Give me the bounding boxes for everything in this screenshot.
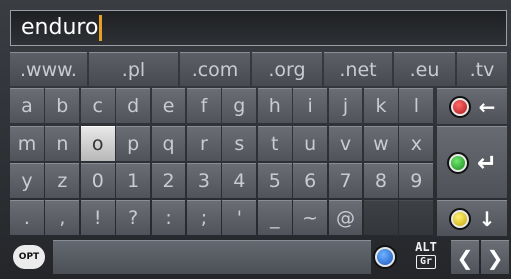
chevron-left-icon: ❮: [456, 245, 474, 270]
char-key[interactable]: 2: [151, 163, 186, 198]
char-key[interactable]: g: [222, 88, 257, 123]
char-key[interactable]: y: [10, 163, 44, 198]
domain-key[interactable]: .tv: [457, 52, 507, 86]
right-arrow-key[interactable]: ❯: [481, 240, 509, 274]
char-key[interactable]: x: [399, 126, 434, 161]
green-button-icon: [446, 151, 469, 174]
char-key[interactable]: l: [399, 88, 434, 123]
blue-button-icon[interactable]: [373, 245, 397, 269]
enter-icon: ↵: [476, 148, 498, 177]
char-key[interactable]: c: [80, 88, 115, 123]
domain-key[interactable]: .www.: [10, 52, 87, 86]
opt-button[interactable]: OPT: [13, 245, 45, 269]
char-key[interactable]: ?: [116, 200, 151, 235]
char-key[interactable]: ,: [45, 200, 80, 235]
char-key[interactable]: q: [151, 126, 186, 161]
char-key[interactable]: n: [45, 126, 80, 161]
red-button-icon: [448, 95, 471, 118]
char-key[interactable]: w: [364, 126, 398, 161]
char-key[interactable]: k: [364, 88, 398, 123]
left-arrow-key[interactable]: ❮: [451, 240, 479, 274]
char-key[interactable]: s: [222, 126, 257, 161]
char-key[interactable]: 6: [293, 163, 328, 198]
char-key[interactable]: 0: [80, 163, 115, 198]
char-key[interactable]: o: [80, 126, 115, 161]
char-key[interactable]: ;: [187, 200, 221, 235]
yellow-button-icon: [448, 207, 471, 230]
char-key[interactable]: m: [10, 126, 44, 161]
char-key[interactable]: t: [257, 126, 292, 161]
down-arrow-icon: ↓: [478, 206, 496, 231]
domain-key[interactable]: .eu: [394, 52, 455, 86]
char-key[interactable]: 4: [222, 163, 257, 198]
gr-label: Gr: [416, 255, 436, 269]
char-key[interactable]: v: [328, 126, 363, 161]
char-key[interactable]: @: [328, 200, 363, 235]
char-key[interactable]: _: [257, 200, 292, 235]
char-key[interactable]: r: [187, 126, 221, 161]
backspace-key[interactable]: ←: [437, 88, 507, 124]
char-key[interactable]: 9: [399, 163, 434, 198]
bottom-bar: OPT ALT Gr ❮ ❯: [10, 238, 509, 274]
enter-key[interactable]: ↵: [437, 126, 507, 198]
char-key[interactable]: a: [10, 88, 44, 123]
char-key[interactable]: 1: [116, 163, 151, 198]
char-key[interactable]: .: [10, 200, 44, 235]
empty-key: [399, 200, 434, 235]
char-key[interactable]: u: [293, 126, 328, 161]
chevron-right-icon: ❯: [486, 245, 504, 270]
virtual-keyboard: enduro .www. .pl .com .org .net .eu .tv a b c d e f g…: [0, 0, 511, 279]
space-key[interactable]: [53, 240, 371, 274]
domain-key[interactable]: .org: [252, 52, 322, 86]
backspace-arrow-icon: ←: [478, 94, 496, 119]
text-cursor: [99, 15, 103, 41]
char-key[interactable]: z: [45, 163, 80, 198]
empty-key: [364, 200, 398, 235]
char-key[interactable]: 7: [328, 163, 363, 198]
char-key[interactable]: ~: [293, 200, 328, 235]
domain-key[interactable]: .com: [180, 52, 250, 86]
domain-key[interactable]: .pl: [89, 52, 178, 86]
domain-key[interactable]: .net: [324, 52, 392, 86]
char-key[interactable]: p: [116, 126, 151, 161]
text-input[interactable]: enduro: [10, 10, 507, 46]
input-value: enduro: [21, 15, 99, 40]
char-key[interactable]: 3: [187, 163, 221, 198]
char-key[interactable]: h: [257, 88, 292, 123]
char-key[interactable]: d: [116, 88, 151, 123]
alt-label: ALT: [415, 240, 437, 254]
char-key[interactable]: j: [328, 88, 363, 123]
shift-key[interactable]: ↓: [437, 200, 507, 236]
char-key[interactable]: e: [151, 88, 186, 123]
char-key[interactable]: :: [151, 200, 186, 235]
char-key[interactable]: ': [222, 200, 257, 235]
char-key[interactable]: i: [293, 88, 328, 123]
char-key[interactable]: !: [80, 200, 115, 235]
char-key[interactable]: b: [45, 88, 80, 123]
alt-gr-key[interactable]: ALT Gr: [413, 241, 439, 271]
char-key[interactable]: 5: [257, 163, 292, 198]
char-key[interactable]: 8: [364, 163, 398, 198]
char-key[interactable]: f: [187, 88, 221, 123]
